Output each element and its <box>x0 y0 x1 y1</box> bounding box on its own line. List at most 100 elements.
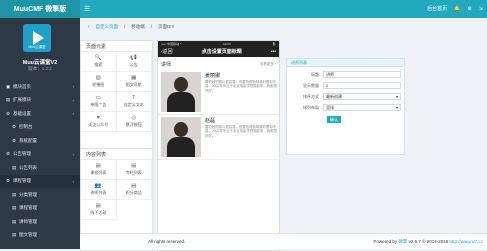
breadcrumb: ‹ 自定义页面 / 移动端 / 页面DIY <box>88 24 175 30</box>
page-title[interactable]: 点击设置页面标题 <box>202 48 242 55</box>
sidebar-item[interactable]: ▤ 扩展模块 ‹ <box>0 94 80 107</box>
element-tile[interactable]: ▤ 积分商品 <box>116 180 152 200</box>
panel-title: 页面元素 <box>81 41 152 52</box>
property-select[interactable]: 竖排 ▾ <box>323 104 401 111</box>
property-value: 最新创建 <box>326 93 342 99</box>
admin-home-link[interactable]: 后台首页 <box>427 5 447 12</box>
tile-label: 线下活动 <box>90 210 107 215</box>
sidebar-item[interactable]: ⚙ 控制台 <box>0 121 80 134</box>
powered-suffix: v2.5.7 © 2014-2015 <box>407 238 450 244</box>
teacher-item[interactable]: 姜丽娜 要拍她的照片很容易，但要拍得有味道好看却不易。2002年毕业于北京电影学院… <box>158 70 279 115</box>
sidebar-item[interactable]: ▣ 模块首页 ‹ <box>0 80 80 93</box>
element-tile[interactable]: 🔍 搜索 <box>81 52 117 72</box>
tile-label: 轮播图 <box>92 82 105 87</box>
teacher-item[interactable]: 赵磊 要拍她的照片很容易，但要拍得有味道好看却不易。2002年毕业于北京电影学院摄… <box>158 115 279 160</box>
battery-icon: 🔋 <box>272 41 276 46</box>
main-content: ‹ 自定义页面 / 移动端 / 页面DIY 页面元素 🔍 搜索 📢 公告 ▧ 轮播图 ▦ 图文… <box>80 18 487 251</box>
tile-label: 讲师列表 <box>90 190 107 195</box>
tile-label: 关注公众号 <box>88 122 109 127</box>
tile-icon: 👥 <box>94 183 102 189</box>
back-button[interactable]: ‹返回 <box>161 48 173 55</box>
element-tile[interactable]: T 自定义文本 <box>116 92 152 112</box>
sidebar-item[interactable]: ▤ 课程管理 <box>0 202 80 215</box>
menu-icon: ▤ <box>12 164 17 170</box>
logout-icon[interactable]: ⇲ <box>479 6 483 12</box>
footer: All rights reserved. Powered by 微擎 v2.5.… <box>80 233 487 249</box>
top-bar: MuuCMF 微擎版 ☰ 后台首页 🔔 ⚙ ⇲ <box>0 0 487 18</box>
carrier: ••••• 中国移动 ⁺ <box>161 41 182 46</box>
sidebar-item[interactable]: ▤ 公告列表 <box>0 161 80 174</box>
powered-by: Powered by 微擎 v2.5.7 © 2014-2015 http://… <box>373 239 483 245</box>
view-more-link[interactable]: 查看更多 › <box>260 62 276 67</box>
tile-icon: ♥ <box>96 115 100 121</box>
element-tile[interactable]: ♥ 关注公众号 <box>81 112 117 132</box>
breadcrumb-current: 页面DIY <box>158 24 175 29</box>
property-select[interactable]: 最新创建 ▾ <box>323 93 401 100</box>
sidebar-item[interactable]: ▤ 图文管理 <box>0 229 80 242</box>
element-tile[interactable]: ▧ 轮播图 <box>81 72 117 92</box>
sidebar-item[interactable]: ▤ 分类管理 <box>0 188 80 201</box>
breadcrumb-sep: / <box>150 24 153 29</box>
element-tile[interactable]: ▭ 单图广告 <box>81 92 117 112</box>
tile-icon: ◎ <box>131 115 137 121</box>
breadcrumb-sep: / <box>124 24 126 29</box>
element-tile[interactable]: ▤ 专栏列表 <box>116 160 152 180</box>
tile-label: 公告 <box>129 62 138 67</box>
site-link[interactable]: http://www.w7.cc <box>449 239 483 244</box>
menu-icon: ▤ <box>12 205 17 210</box>
sidebar: Muu云课堂 Muu云课堂V2 版本：1.2.2 ▣ 模块首页 ‹ ▤ 扩展模块 ‹ ⚙ 基础… <box>0 18 80 249</box>
sidebar-item-label: 扩展模块 <box>13 97 31 102</box>
element-tile[interactable]: ▤ 线下活动 <box>81 200 117 220</box>
sidebar-item[interactable]: ⚙ 课程管理 ‹ <box>0 174 80 188</box>
teacher-section-header: 讲师 查看更多 › <box>158 57 279 70</box>
tile-label: 积分商品 <box>125 190 142 195</box>
tile-icon: ▧ <box>95 75 101 81</box>
element-tile[interactable]: ▦ 图文导航 <box>116 72 152 92</box>
element-tile[interactable]: ◎ 悬浮按钮 <box>116 112 152 132</box>
top-right-nav: 后台首页 🔔 ⚙ ⇲ <box>427 5 483 13</box>
gear-icon[interactable]: ⚙ <box>467 6 471 12</box>
property-label: 标题 <box>311 71 319 77</box>
sidebar-item[interactable]: ⚙ 系统配置 <box>0 134 80 147</box>
sidebar-item-label: 控制台 <box>19 124 33 129</box>
bell-icon[interactable]: 🔔 <box>454 6 460 12</box>
app-version: 版本：1.2.2 <box>28 66 52 71</box>
sidebar-item[interactable]: ⚙ 公告管理 ‹ <box>0 148 80 161</box>
app-logo: Muu云课堂 <box>23 24 51 52</box>
menu-icon: ⚙ <box>12 124 17 129</box>
menu-icon: ▤ <box>12 218 17 224</box>
sidebar-item-label: 课程管理 <box>13 178 31 183</box>
breadcrumb-home[interactable]: 自定义页面 <box>96 24 119 30</box>
menu-toggle-icon[interactable]: ☰ <box>84 5 90 13</box>
property-row: 显示数量 2 <box>287 82 404 89</box>
element-tile[interactable]: ▤ 课程列表 <box>81 160 117 180</box>
element-tile[interactable]: 👥 讲师列表 <box>81 180 117 200</box>
sidebar-item-label: 基础设置 <box>13 110 31 116</box>
chevron-icon: ‹ <box>72 178 74 184</box>
sidebar-item-label: 课程管理 <box>19 205 37 210</box>
phone-preview: ••••• 中国移动 ⁺ 12:00 🔋 ‹返回 点击设置页面标题 ••• 讲师… <box>157 40 280 251</box>
teacher-photo <box>161 72 201 112</box>
more-icon[interactable]: ••• <box>271 49 276 55</box>
property-label: 排序方式 <box>303 93 319 99</box>
tile-icon: ▤ <box>131 163 137 169</box>
tile-icon: ▤ <box>95 203 101 209</box>
properties-panel: 讲师列表 标题 讲师 显示数量 2 排序方式 最新创建 ▾ 排列布局 竖排 ▾ 确认 <box>286 58 405 155</box>
element-tile[interactable]: 📢 公告 <box>116 52 152 72</box>
sidebar-item[interactable]: ⚙ 基础设置 ‹ <box>0 107 80 120</box>
property-value: 2 <box>326 83 329 88</box>
teacher-name: 赵磊 <box>205 118 216 124</box>
dropdown-icon: ▾ <box>395 94 398 99</box>
breadcrumb-back-icon[interactable]: ‹ <box>88 24 90 30</box>
sidebar-item[interactable]: ▤ 讲师管理 <box>0 215 80 228</box>
breadcrumb-mid[interactable]: 移动端 <box>131 24 145 30</box>
dropdown-icon: ▾ <box>395 105 398 110</box>
tile-icon: 🔍 <box>94 55 102 61</box>
teacher-desc: 要拍她的照片很容易，但要拍得有味道好看却不易。2002年毕业于北京电影学院摄影系… <box>205 80 277 93</box>
tile-icon: 📢 <box>130 55 138 61</box>
confirm-button[interactable]: 确认 <box>327 116 341 123</box>
property-input[interactable]: 讲师 <box>323 71 401 78</box>
property-input[interactable]: 2 <box>323 82 401 89</box>
sidebar-item-label: 讲师管理 <box>19 218 37 224</box>
section-title: 讲师 <box>161 62 172 68</box>
